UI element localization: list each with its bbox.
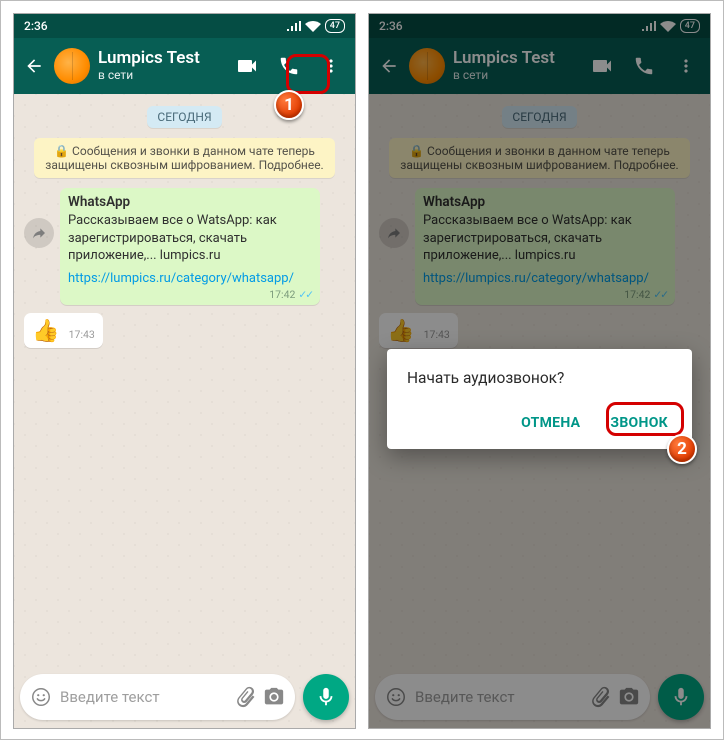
signal-icon	[287, 21, 301, 31]
emoji-picker-icon	[385, 686, 407, 708]
wifi-icon	[305, 21, 321, 32]
input-placeholder: Введите текст	[60, 688, 235, 706]
dialog-confirm-button[interactable]: ЗВОНОК	[606, 409, 672, 437]
battery-indicator: 47	[680, 19, 700, 33]
message-input[interactable]: Введите текст	[20, 674, 295, 720]
battery-indicator: 47	[325, 19, 345, 33]
phone-screenshot-right: 2:36 47 Lumpics Test в сети СЕГОДНЯ 🔒 Со…	[368, 13, 711, 729]
status-bar: 2:36 47	[369, 14, 710, 38]
contact-status: в сети	[98, 69, 235, 83]
chat-header: Lumpics Test в сети	[14, 38, 355, 94]
wifi-icon	[660, 21, 676, 32]
camera-icon	[618, 686, 640, 708]
dialog-cancel-button[interactable]: ОТМЕНА	[517, 409, 584, 437]
voice-call-button[interactable]	[277, 54, 301, 78]
voice-record-button	[658, 674, 704, 720]
message-link-url[interactable]: https://lumpics.ru/category/whatsapp/	[68, 271, 312, 286]
read-ticks-icon: ✓✓	[653, 288, 667, 301]
message-link-body: Рассказываем все о WatsApp: как зарегист…	[68, 212, 312, 265]
read-ticks-icon: ✓✓	[298, 288, 312, 301]
encryption-banner[interactable]: 🔒 Сообщения и звонки в данном чате тепер…	[34, 138, 335, 178]
message-bubble-emoji[interactable]: 👍 17:43	[24, 313, 103, 348]
attach-icon	[590, 686, 612, 708]
voice-call-button[interactable]	[632, 54, 656, 78]
emoji-picker-icon[interactable]	[30, 686, 52, 708]
chat-header: Lumpics Test в сети	[369, 38, 710, 94]
message-link-title: WhatsApp	[68, 194, 312, 210]
dialog-title: Начать аудиозвонок?	[407, 369, 672, 387]
video-call-button[interactable]	[590, 54, 614, 78]
status-bar: 2:36 47	[14, 14, 355, 38]
forward-icon	[379, 218, 409, 248]
message-bubble-outgoing[interactable]: WhatsApp Рассказываем все о WatsApp: как…	[60, 188, 320, 305]
avatar[interactable]	[409, 48, 445, 84]
message-bubble-emoji: 👍 17:43	[379, 313, 458, 348]
back-button[interactable]	[377, 56, 401, 76]
contact-name: Lumpics Test	[98, 49, 235, 69]
camera-icon[interactable]	[263, 686, 285, 708]
message-input-bar: Введите текст	[20, 674, 349, 720]
date-chip: СЕГОДНЯ	[147, 106, 221, 128]
avatar[interactable]	[54, 48, 90, 84]
chat-title-block[interactable]: Lumpics Test в сети	[98, 49, 235, 82]
video-call-button[interactable]	[235, 54, 259, 78]
more-options-button[interactable]	[319, 54, 343, 78]
message-input-bar: Введите текст	[375, 674, 704, 720]
message-time: 17:42	[269, 288, 295, 301]
message-bubble-outgoing: WhatsApp Рассказываем все о WatsApp: как…	[415, 188, 675, 305]
message-time: 17:43	[69, 328, 95, 341]
voice-record-button[interactable]	[303, 674, 349, 720]
audio-call-dialog: Начать аудиозвонок? ОТМЕНА ЗВОНОК	[387, 349, 692, 449]
chat-body[interactable]: СЕГОДНЯ 🔒 Сообщения и звонки в данном ча…	[14, 94, 355, 728]
back-button[interactable]	[22, 56, 46, 76]
signal-icon	[642, 21, 656, 31]
thumbs-up-emoji: 👍	[32, 319, 59, 344]
status-time: 2:36	[379, 19, 642, 33]
forward-icon[interactable]	[24, 218, 54, 248]
contact-name: Lumpics Test	[453, 49, 590, 69]
attach-icon[interactable]	[235, 686, 257, 708]
message-input: Введите текст	[375, 674, 650, 720]
phone-screenshot-left: 2:36 47 Lumpics Test в сети	[13, 13, 356, 729]
encryption-banner: 🔒 Сообщения и звонки в данном чате тепер…	[389, 138, 690, 178]
status-time: 2:36	[24, 19, 287, 33]
more-options-button[interactable]	[674, 54, 698, 78]
contact-status: в сети	[453, 69, 590, 83]
date-chip: СЕГОДНЯ	[502, 106, 576, 128]
chat-title-block[interactable]: Lumpics Test в сети	[453, 49, 590, 82]
